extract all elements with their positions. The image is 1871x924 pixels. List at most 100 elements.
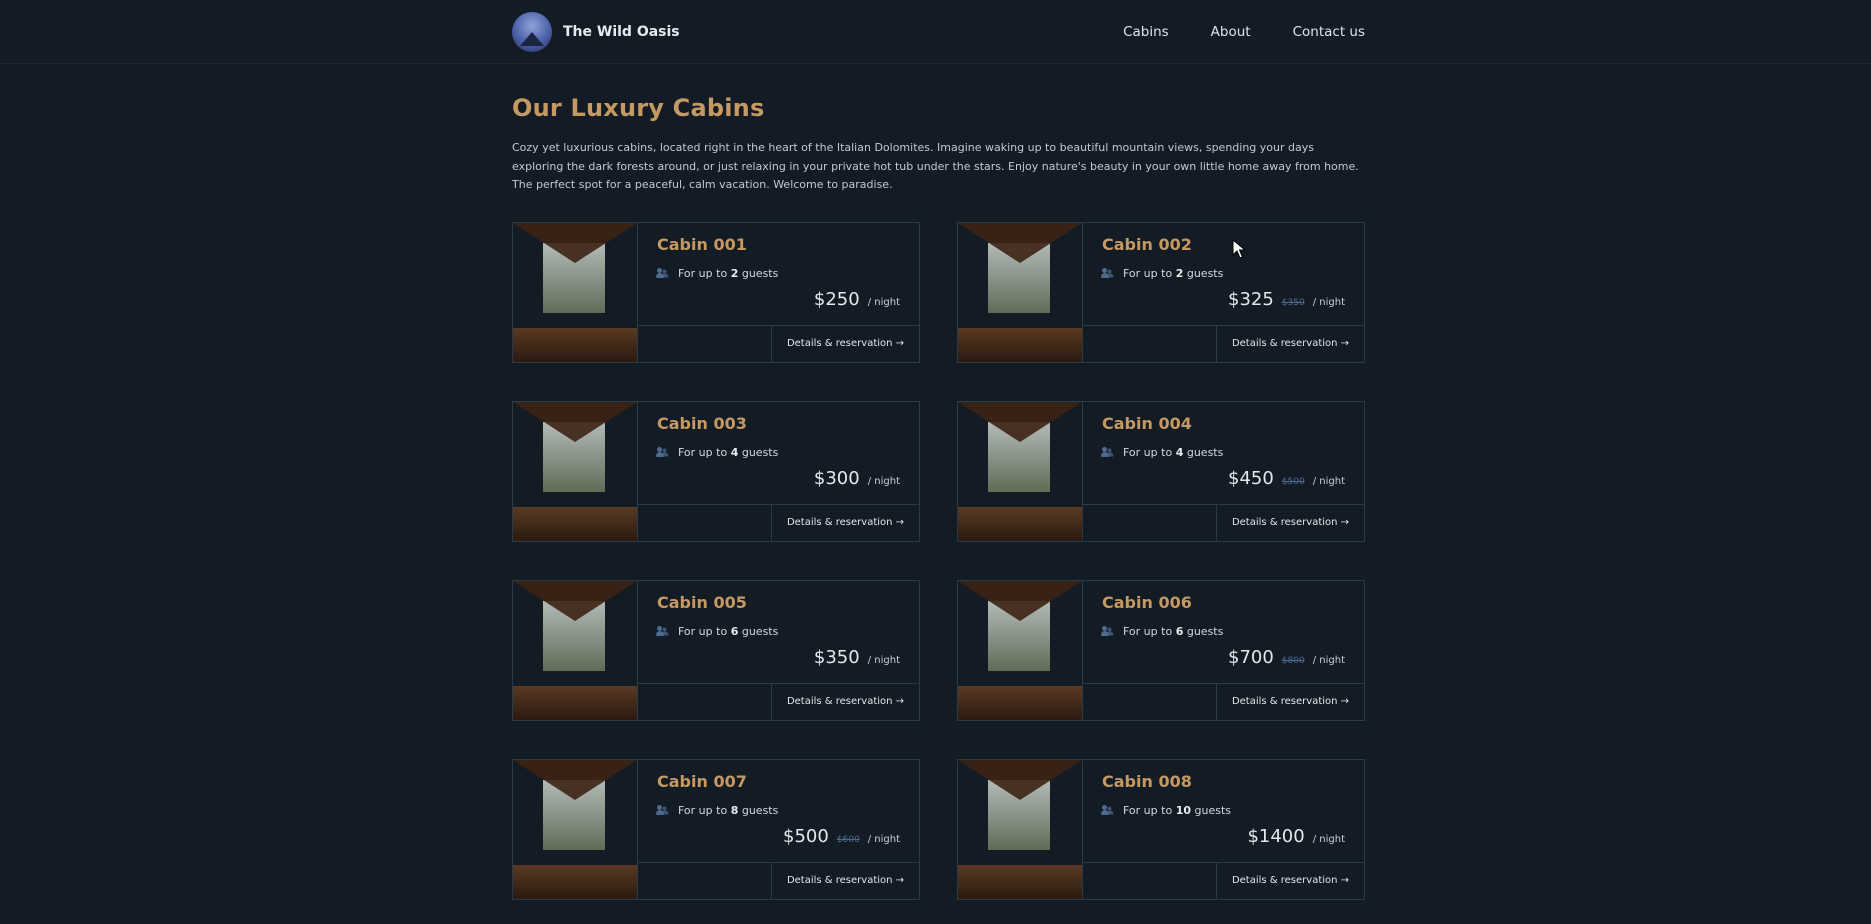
per-night-label: / night	[1312, 475, 1345, 487]
per-night-label: / night	[1312, 833, 1345, 845]
cabin-price: $325	[1228, 288, 1274, 310]
cabin-name: Cabin 006	[1102, 592, 1192, 612]
header-inner: The Wild Oasis Cabins About Contact us	[512, 0, 1365, 64]
cabin-price-row: $450 $500 / night	[1228, 468, 1345, 489]
cabin-card: Cabin 003 For up to 4 guests $300 / nigh…	[512, 400, 920, 542]
capacity-suffix: guests	[1194, 803, 1232, 817]
details-reservation-button[interactable]: Details & reservation →	[1216, 325, 1364, 362]
capacity-suffix: guests	[741, 624, 779, 638]
details-reservation-button[interactable]: Details & reservation →	[1216, 862, 1364, 899]
users-icon	[1101, 447, 1114, 457]
cabin-price-row: $250 / night	[814, 289, 900, 310]
photo-floor	[958, 864, 1082, 899]
cabin-photo	[513, 580, 638, 720]
per-night-label: / night	[1312, 654, 1345, 666]
details-reservation-button[interactable]: Details & reservation →	[771, 504, 919, 541]
cabin-card-footer: Details & reservation →	[638, 324, 919, 362]
cabin-photo	[513, 401, 638, 541]
cabin-card: Cabin 001 For up to 2 guests $250 / nigh…	[512, 221, 920, 363]
cabin-card: Cabin 008 For up to 10 guests $1400 / ni…	[957, 758, 1365, 900]
details-reservation-button[interactable]: Details & reservation →	[771, 325, 919, 362]
capacity-prefix: For up to	[1123, 624, 1173, 638]
capacity-prefix: For up to	[1123, 266, 1173, 280]
cabin-name: Cabin 004	[1102, 413, 1192, 433]
capacity-text: For up to 4 guests	[678, 446, 778, 459]
users-icon	[1101, 626, 1114, 636]
details-reservation-button[interactable]: Details & reservation →	[771, 862, 919, 899]
photo-floor	[513, 327, 637, 362]
users-icon	[1101, 268, 1114, 278]
details-reservation-button[interactable]: Details & reservation →	[771, 683, 919, 720]
cabin-price: $350	[813, 646, 860, 668]
cabin-card-body: Cabin 005 For up to 6 guests $350 / nigh…	[638, 581, 919, 720]
cabin-price-row: $1400 / night	[1247, 826, 1345, 847]
cabin-capacity: For up to 4 guests	[1101, 445, 1223, 459]
capacity-count: 10	[1175, 803, 1191, 817]
cabin-photo	[958, 759, 1083, 899]
cabin-old-price: $800	[1281, 655, 1305, 666]
photo-roof	[513, 759, 637, 800]
cabin-price: $300	[813, 467, 860, 489]
cabin-capacity: For up to 10 guests	[1101, 803, 1232, 817]
brand-name: The Wild Oasis	[563, 24, 680, 40]
users-icon	[656, 626, 669, 636]
cabin-price: $700	[1228, 646, 1274, 668]
per-night-label: / night	[867, 833, 900, 845]
photo-floor	[958, 327, 1082, 362]
cabin-card-footer: Details & reservation →	[638, 503, 919, 541]
cabin-old-price: $600	[836, 834, 860, 845]
cabin-card: Cabin 004 For up to 4 guests $450 $500 /…	[957, 400, 1365, 542]
per-night-label: / night	[867, 654, 900, 666]
capacity-text: For up to 2 guests	[678, 267, 778, 280]
users-icon	[656, 268, 669, 278]
cabin-card: Cabin 005 For up to 6 guests $350 / nigh…	[512, 579, 920, 721]
cabin-name: Cabin 002	[1102, 234, 1192, 254]
capacity-count: 6	[1175, 624, 1184, 638]
cabin-card-footer: Details & reservation →	[638, 682, 919, 720]
details-reservation-button[interactable]: Details & reservation →	[1216, 683, 1364, 720]
cabin-capacity: For up to 2 guests	[1101, 267, 1223, 280]
cabin-capacity: For up to 8 guests	[656, 803, 778, 817]
intro-text: Cozy yet luxurious cabins, located right…	[512, 141, 1359, 191]
per-night-label: / night	[867, 475, 900, 487]
cabin-photo	[513, 759, 638, 899]
details-reservation-button[interactable]: Details & reservation →	[1216, 504, 1364, 541]
per-night-label: / night	[1312, 296, 1345, 308]
cabin-name: Cabin 008	[1102, 771, 1192, 791]
capacity-count: 8	[730, 803, 739, 817]
cabin-card: Cabin 007 For up to 8 guests $500 $600 /…	[512, 758, 920, 900]
photo-roof	[958, 759, 1082, 800]
capacity-text: For up to 6 guests	[678, 625, 778, 638]
photo-floor	[513, 506, 637, 541]
cabin-name: Cabin 005	[657, 592, 747, 612]
photo-floor	[513, 685, 637, 720]
cabin-price: $450	[1228, 467, 1274, 489]
capacity-text: For up to 2 guests	[1123, 267, 1223, 280]
nav-link-cabins[interactable]: Cabins	[1123, 24, 1169, 40]
capacity-count: 2	[1175, 266, 1184, 280]
site-header: The Wild Oasis Cabins About Contact us	[0, 0, 1871, 64]
cabin-photo	[958, 222, 1083, 362]
nav-link-contact[interactable]: Contact us	[1293, 24, 1365, 40]
users-icon	[656, 805, 669, 815]
capacity-prefix: For up to	[678, 624, 728, 638]
main-nav: Cabins About Contact us	[1123, 24, 1365, 40]
cabin-photo	[958, 580, 1083, 720]
nav-link-about[interactable]: About	[1211, 24, 1251, 40]
photo-roof	[958, 580, 1082, 621]
cabin-card-footer: Details & reservation →	[1083, 682, 1364, 720]
photo-floor	[958, 685, 1082, 720]
cabin-card-body: Cabin 007 For up to 8 guests $500 $600 /…	[638, 760, 919, 899]
cabin-card: Cabin 002 For up to 2 guests $325 $350 /…	[957, 221, 1365, 363]
brand-link[interactable]: The Wild Oasis	[512, 12, 680, 52]
cabin-old-price: $350	[1281, 297, 1305, 308]
users-icon	[1101, 805, 1114, 815]
cabin-card-footer: Details & reservation →	[638, 861, 919, 899]
photo-roof	[513, 580, 637, 621]
photo-floor	[513, 864, 637, 899]
capacity-count: 4	[1175, 445, 1184, 459]
cabin-card: Cabin 006 For up to 6 guests $700 $800 /…	[957, 579, 1365, 721]
cabin-card-body: Cabin 004 For up to 4 guests $450 $500 /…	[1083, 402, 1364, 541]
cabin-name: Cabin 007	[657, 771, 747, 791]
page-title: Our Luxury Cabins	[512, 94, 765, 122]
